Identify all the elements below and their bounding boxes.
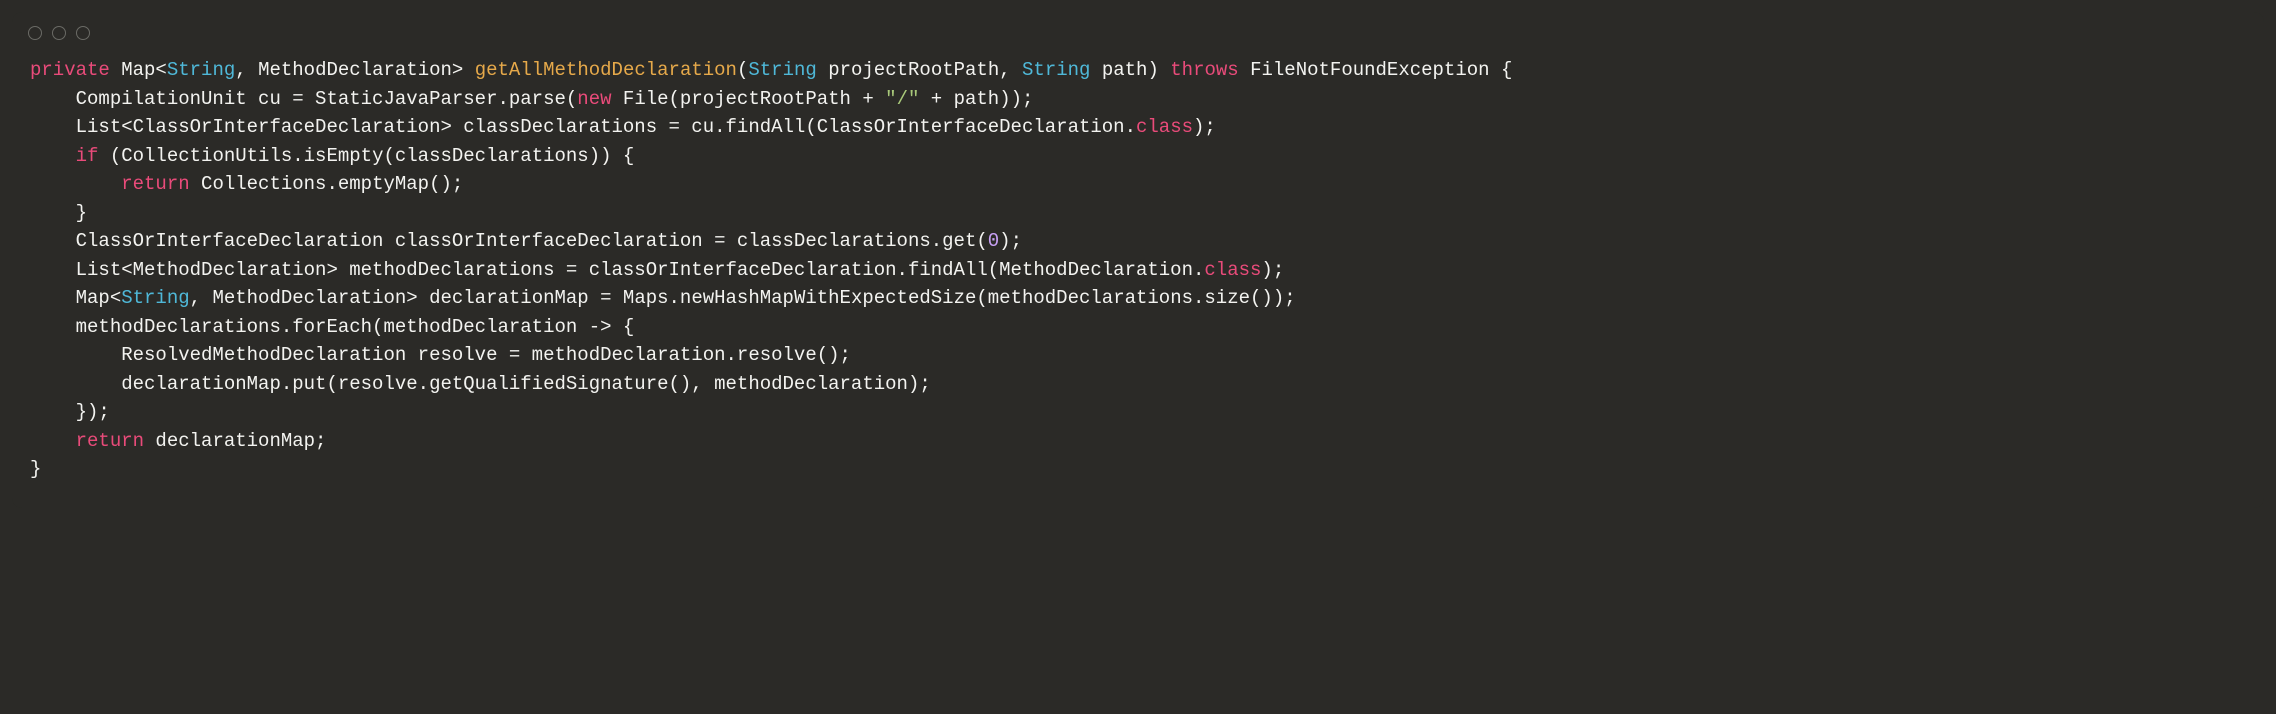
code-token: Collections.emptyMap(); xyxy=(190,173,464,195)
code-token xyxy=(30,173,121,195)
code-token: (CollectionUtils.isEmpty(classDeclaratio… xyxy=(98,145,634,167)
code-token: 0 xyxy=(988,230,999,252)
code-token: ( xyxy=(737,59,748,81)
code-token: File(projectRootPath + xyxy=(612,88,886,110)
code-token: ); xyxy=(999,230,1022,252)
code-token: FileNotFoundException { xyxy=(1239,59,1513,81)
window-control-close[interactable] xyxy=(28,26,42,40)
code-token: String xyxy=(167,59,235,81)
code-token: ); xyxy=(1193,116,1216,138)
code-token: , MethodDeclaration> declarationMap = Ma… xyxy=(190,287,1296,309)
code-token: } xyxy=(30,458,41,480)
code-token: Map< xyxy=(110,59,167,81)
code-window: private Map<String, MethodDeclaration> g… xyxy=(12,12,2264,508)
code-token: }); xyxy=(30,401,110,423)
code-token: return xyxy=(76,430,144,452)
code-token: String xyxy=(1022,59,1090,81)
code-token: getAllMethodDeclaration xyxy=(475,59,737,81)
code-token: methodDeclarations.forEach(methodDeclara… xyxy=(30,316,634,338)
code-token: String xyxy=(748,59,816,81)
code-token: + path)); xyxy=(919,88,1033,110)
code-token: if xyxy=(76,145,99,167)
code-token: } xyxy=(30,202,87,224)
code-token: List<MethodDeclaration> methodDeclaratio… xyxy=(30,259,1204,281)
code-token: class xyxy=(1204,259,1261,281)
window-titlebar xyxy=(12,12,2264,48)
window-control-minimize[interactable] xyxy=(52,26,66,40)
code-token: return xyxy=(121,173,189,195)
window-control-maximize[interactable] xyxy=(76,26,90,40)
code-token: CompilationUnit cu = StaticJavaParser.pa… xyxy=(30,88,577,110)
code-token: new xyxy=(577,88,611,110)
code-token: , MethodDeclaration> xyxy=(235,59,474,81)
code-token: List<ClassOrInterfaceDeclaration> classD… xyxy=(30,116,1136,138)
code-token: declarationMap.put(resolve.getQualifiedS… xyxy=(30,373,931,395)
code-token: declarationMap; xyxy=(144,430,326,452)
code-token: "/" xyxy=(885,88,919,110)
code-token: path) xyxy=(1090,59,1170,81)
code-block: private Map<String, MethodDeclaration> g… xyxy=(12,48,2264,508)
code-token: projectRootPath, xyxy=(817,59,1022,81)
code-token: ); xyxy=(1261,259,1284,281)
code-token: ClassOrInterfaceDeclaration classOrInter… xyxy=(30,230,988,252)
code-token xyxy=(30,430,76,452)
code-token: ResolvedMethodDeclaration resolve = meth… xyxy=(30,344,851,366)
code-token: String xyxy=(121,287,189,309)
code-token: class xyxy=(1136,116,1193,138)
code-token xyxy=(30,145,76,167)
code-token: Map< xyxy=(30,287,121,309)
code-token: throws xyxy=(1170,59,1238,81)
code-token: private xyxy=(30,59,110,81)
